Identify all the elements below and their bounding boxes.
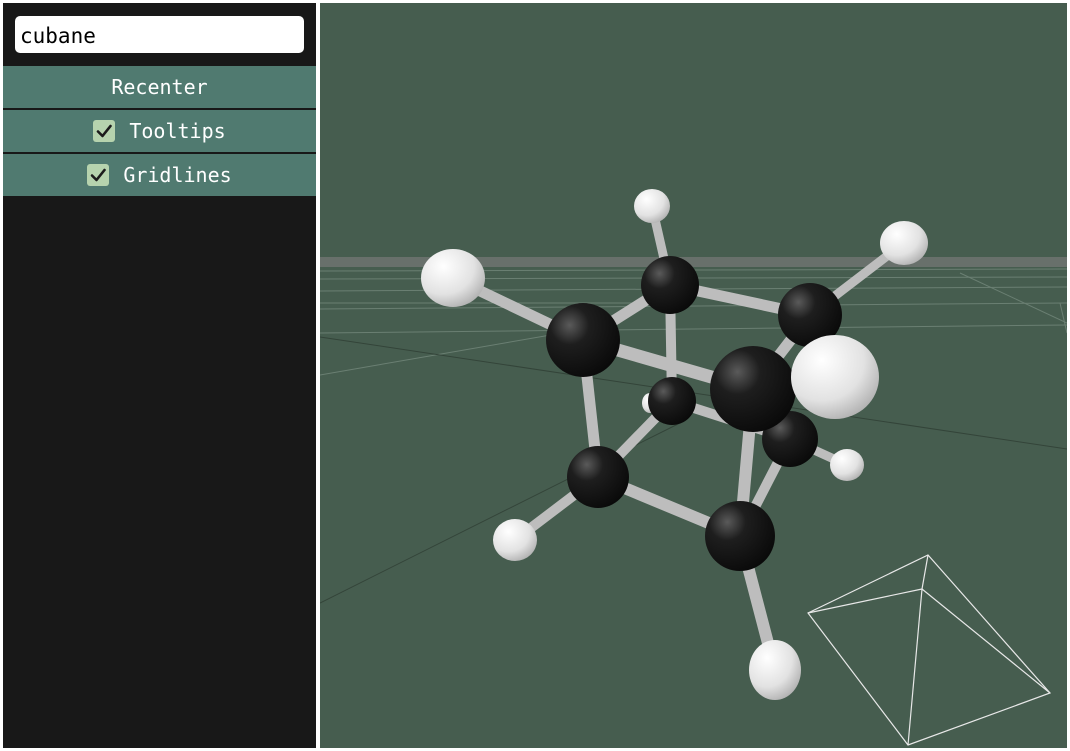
carbon-atom: [546, 303, 620, 377]
sidebar: Recenter Tooltips Gridlines: [3, 3, 316, 748]
hydrogen-atom: [791, 335, 879, 419]
hydrogen-atom: [749, 640, 801, 700]
hydrogen-atom: [421, 249, 485, 307]
recenter-button[interactable]: Recenter: [3, 66, 316, 108]
hydrogen-atom: [830, 449, 864, 481]
carbon-atom: [567, 446, 629, 508]
app-frame: Recenter Tooltips Gridlines: [0, 0, 1070, 751]
panel-divider: [316, 0, 319, 751]
tooltips-label: Tooltips: [129, 119, 226, 143]
checkmark-icon: [97, 124, 113, 138]
molecule-scene: [320, 189, 1067, 746]
gridlines-toggle[interactable]: Gridlines: [3, 154, 316, 196]
hydrogen-atom: [880, 221, 928, 265]
hydrogen-atom: [493, 519, 537, 561]
gridlines-checkbox[interactable]: [87, 164, 110, 186]
carbon-atom: [705, 501, 775, 571]
molecule-search-input[interactable]: [15, 16, 304, 53]
ground-grid: [320, 257, 1067, 604]
molecule-3d-viewport[interactable]: [320, 3, 1067, 748]
carbon-atom: [648, 377, 696, 425]
carbon-atom: [710, 346, 796, 432]
checkmark-icon: [91, 168, 107, 182]
carbon-atom: [641, 256, 699, 314]
gridlines-label: Gridlines: [123, 163, 232, 187]
tooltips-toggle[interactable]: Tooltips: [3, 110, 316, 152]
search-box: [15, 16, 304, 53]
hydrogen-atom: [634, 189, 670, 223]
camera-frustum: [807, 554, 1052, 746]
tooltips-checkbox[interactable]: [93, 120, 116, 142]
recenter-label: Recenter: [111, 75, 208, 99]
